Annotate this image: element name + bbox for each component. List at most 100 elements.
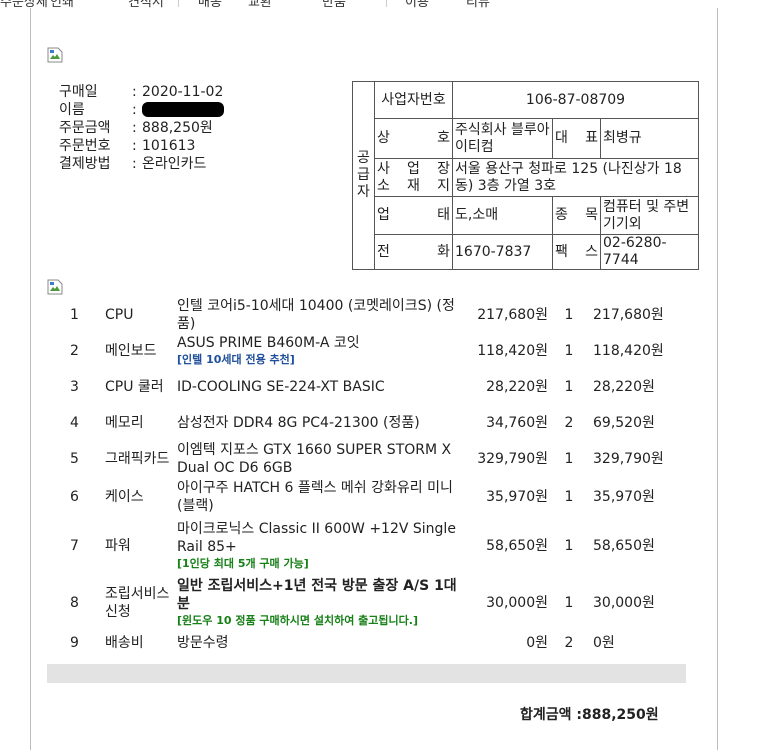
item-total: 35,970원 bbox=[593, 489, 655, 505]
payment-method-label: 결제방법 bbox=[59, 156, 111, 172]
item-total: 217,680원 bbox=[593, 307, 664, 323]
item-row: 6 케이스 아이구주 HATCH 6 플렉스 메쉬 강화유리 미니 (블랙) 35,9… bbox=[47, 477, 687, 517]
item-row: 5 그래픽카드 이엠텍 지포스 GTX 1660 SUPER STORM X Dua… bbox=[47, 441, 687, 477]
item-row: 4 메모리 삼성전자 DDR4 8G PC4-21300 (정품) 34,760원 2 6… bbox=[47, 405, 687, 441]
item-note: [1인당 최대 5개 구매 가능] bbox=[177, 557, 309, 570]
item-category: 메모리 bbox=[105, 415, 144, 431]
address-label: 사업장 소재지 bbox=[374, 158, 453, 197]
item-value: 컴퓨터 및 주변기기외 bbox=[600, 196, 699, 235]
company-value: 주식회사 블루아이티컴 bbox=[452, 118, 553, 159]
order-number-label: 주문번호 bbox=[59, 138, 111, 154]
item-name-cell: 인텔 코어i5-10세대 10400 (코멧레이크S) (정품) bbox=[174, 297, 469, 333]
item-no: 4 bbox=[70, 415, 79, 431]
order-amount-label: 주문금액 bbox=[59, 120, 111, 136]
item-name-cell: ASUS PRIME B460M-A 코잇 [인텔 10세대 전용 추천] bbox=[174, 333, 469, 369]
nav-item-6[interactable]: 반품 bbox=[322, 0, 346, 8]
item-no: 3 bbox=[70, 379, 79, 395]
item-name-cell: 삼성전자 DDR4 8G PC4-21300 (정품) bbox=[174, 405, 469, 441]
payment-method-value: 온라인카드 bbox=[142, 156, 207, 172]
order-info: 구매일 : 2020-11-02 이름 : 주문금액 : 888,250원 주문… bbox=[59, 83, 224, 173]
item-category: 파워 bbox=[105, 538, 131, 554]
item-table: 1 CPU 인텔 코어i5-10세대 10400 (코멧레이크S) (정품) 217,… bbox=[47, 297, 687, 655]
item-no: 6 bbox=[70, 489, 79, 505]
rep-label: 대표 bbox=[552, 118, 601, 159]
item-name-cell: ID-COOLING SE-224-XT BASIC bbox=[174, 369, 469, 405]
item-name[interactable]: 삼성전자 DDR4 8G PC4-21300 (정품) bbox=[177, 415, 420, 431]
item-name[interactable]: 아이구주 HATCH 6 플렉스 메쉬 강화유리 미니 (블랙) bbox=[177, 480, 453, 514]
item-total: 58,650원 bbox=[593, 538, 655, 554]
item-row: 3 CPU 쿨러 ID-COOLING SE-224-XT BASIC 28,220원… bbox=[47, 369, 687, 405]
redacted-name bbox=[142, 102, 224, 117]
item-price: 217,680원 bbox=[477, 307, 548, 323]
fax-value: 02-6280-7744 bbox=[600, 234, 699, 270]
item-name[interactable]: 마이크로닉스 Classic II 600W +12V Single Rail … bbox=[177, 521, 456, 555]
nav-item-7[interactable]: 이용 bbox=[405, 0, 429, 8]
item-price: 58,650원 bbox=[486, 538, 548, 554]
nav-separator bbox=[386, 0, 387, 7]
item-name-cell: 방문수령 bbox=[174, 631, 469, 655]
item-no: 2 bbox=[70, 343, 79, 359]
item-name-cell: 마이크로닉스 Classic II 600W +12V Single Rail … bbox=[174, 517, 469, 575]
item-name-cell: 일반 조립서비스+1년 전국 방문 출장 A/S 1대분 [윈도우 10 정품 구… bbox=[174, 575, 469, 631]
item-price: 0원 bbox=[526, 635, 548, 651]
top-nav: 주문상세 인쇄 견적서 배송 교환 반품 이용 리뷰 bbox=[0, 0, 767, 8]
item-no: 8 bbox=[70, 595, 79, 611]
buyer-name-row: 이름 : bbox=[59, 101, 224, 119]
nav-item-1[interactable]: 주문상세 bbox=[0, 0, 48, 8]
item-name[interactable]: 일반 조립서비스+1년 전국 방문 출장 A/S 1대분 bbox=[177, 578, 457, 612]
company-label: 상호 bbox=[374, 118, 453, 159]
item-total: 69,520원 bbox=[593, 415, 655, 431]
item-category: 그래픽카드 bbox=[105, 451, 170, 467]
item-name[interactable]: 인텔 코어i5-10세대 10400 (코멧레이크S) (정품) bbox=[177, 298, 455, 332]
item-category: 배송비 bbox=[105, 635, 144, 651]
item-name[interactable]: ASUS PRIME B460M-A 코잇 bbox=[177, 335, 360, 351]
item-row: 9 배송비 방문수령 0원 2 0원 bbox=[47, 631, 687, 655]
item-no: 1 bbox=[70, 307, 79, 323]
grand-total: 합계금액 :888,250원 bbox=[520, 707, 659, 723]
fax-label: 팩스 bbox=[552, 234, 601, 270]
item-price: 329,790원 bbox=[477, 451, 548, 467]
item-price: 28,220원 bbox=[486, 379, 548, 395]
item-price: 34,760원 bbox=[486, 415, 548, 431]
item-qty: 1 bbox=[564, 451, 574, 467]
item-no: 7 bbox=[70, 538, 79, 554]
broken-image-icon bbox=[47, 47, 63, 63]
rep-value: 최병규 bbox=[600, 118, 699, 159]
item-qty: 1 bbox=[564, 538, 574, 554]
payment-method-row: 결제방법 : 온라인카드 bbox=[59, 156, 207, 172]
tel-value: 1670-7837 bbox=[452, 234, 553, 270]
item-qty: 1 bbox=[564, 379, 574, 395]
item-total: 30,000원 bbox=[593, 595, 655, 611]
grand-total-label: 합계금액 bbox=[520, 707, 572, 723]
nav-item-8[interactable]: 리뷰 bbox=[466, 0, 490, 8]
nav-item-5[interactable]: 교환 bbox=[248, 0, 272, 8]
item-qty: 1 bbox=[564, 489, 574, 505]
item-row: 1 CPU 인텔 코어i5-10세대 10400 (코멧레이크S) (정품) 217,… bbox=[47, 297, 687, 333]
item-total: 118,420원 bbox=[593, 343, 664, 359]
order-date-label: 구매일 bbox=[59, 84, 98, 100]
item-name[interactable]: 방문수령 bbox=[177, 635, 229, 651]
order-amount-row: 주문금액 : 888,250원 bbox=[59, 120, 213, 136]
biz-no-value: 106-87-08709 bbox=[452, 81, 699, 119]
item-qty: 2 bbox=[564, 635, 574, 651]
item-name[interactable]: 이엠텍 지포스 GTX 1660 SUPER STORM X Dual OC D… bbox=[177, 442, 451, 476]
item-note: [윈도우 10 정품 구매하시면 설치하여 출고됩니다.] bbox=[177, 614, 418, 627]
item-category: 케이스 bbox=[105, 489, 144, 505]
item-row: 8 조립서비스 신청 일반 조립서비스+1년 전국 방문 출장 A/S 1대분 [윈도… bbox=[47, 575, 687, 631]
nav-item-2[interactable]: 인쇄 bbox=[50, 0, 74, 8]
order-date-value: 2020-11-02 bbox=[142, 84, 224, 100]
biztype-label: 업태 bbox=[374, 196, 453, 235]
supplier-side-label: 공 급 자 bbox=[352, 81, 375, 270]
supplier-table: 공 급 자 사업자번호 106-87-08709 상호 주식회사 블루아이티컴 … bbox=[352, 81, 699, 270]
item-price: 118,420원 bbox=[477, 343, 548, 359]
nav-item-3[interactable]: 견적서 bbox=[128, 0, 164, 8]
item-total: 329,790원 bbox=[593, 451, 664, 467]
item-category: 조립서비스 신청 bbox=[105, 586, 170, 620]
item-qty: 1 bbox=[564, 343, 574, 359]
order-date-row: 구매일 : 2020-11-02 bbox=[59, 84, 224, 100]
nav-item-4[interactable]: 배송 bbox=[198, 0, 222, 8]
nav-separator bbox=[178, 0, 179, 7]
item-name[interactable]: ID-COOLING SE-224-XT BASIC bbox=[177, 379, 385, 395]
item-qty: 1 bbox=[564, 595, 574, 611]
biz-no-label: 사업자번호 bbox=[374, 81, 453, 119]
